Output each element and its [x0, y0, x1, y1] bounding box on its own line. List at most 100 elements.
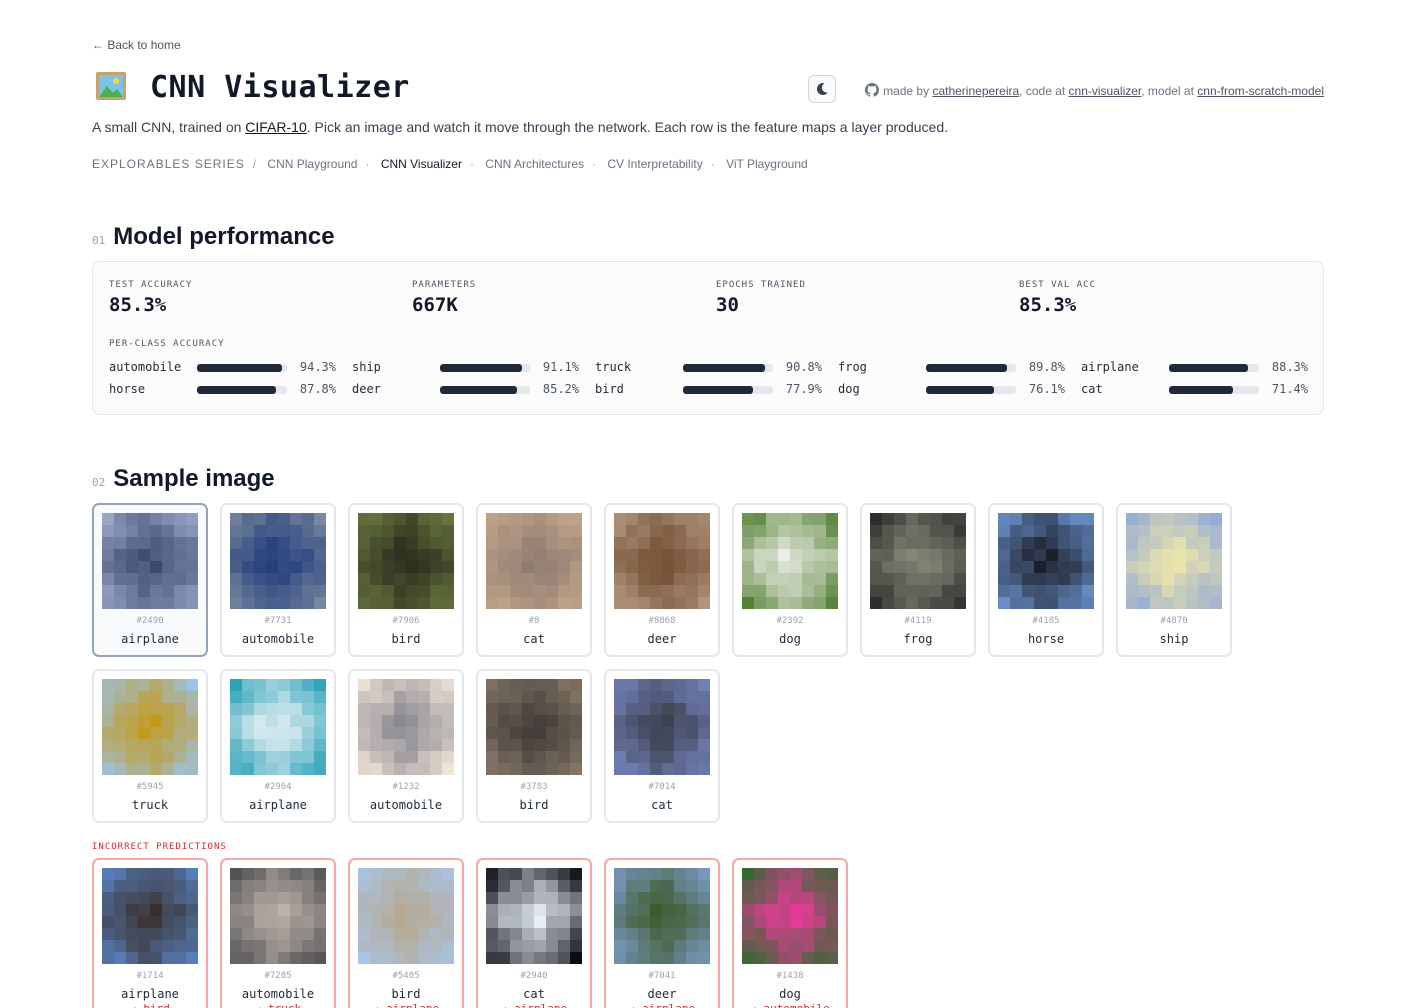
sample-id: #5945 — [136, 782, 164, 792]
dataset-link[interactable]: CIFAR-10 — [245, 119, 306, 135]
sample-label: bird — [519, 798, 549, 812]
class-accuracy: 76.1% — [1028, 382, 1065, 396]
moon-icon — [816, 82, 828, 95]
section-number: 01 — [92, 234, 106, 247]
stat-label: TEST ACCURACY — [109, 280, 193, 290]
series-link-cnn-architectures[interactable]: CNN Architectures — [485, 157, 584, 171]
stat-value: 85.3% — [1019, 294, 1077, 316]
credits-model-prefix: , model at — [1141, 84, 1194, 98]
accuracy-bar-fill — [440, 364, 522, 372]
incorrect-sample-card[interactable]: #5405 bird→ airplane — [348, 858, 464, 1008]
sample-label: deer — [647, 632, 677, 646]
class-accuracy: 71.4% — [1271, 382, 1308, 396]
sample-card[interactable]: #8 cat — [476, 503, 592, 657]
description-after: . Pick an image and watch it move throug… — [306, 119, 948, 135]
header: CNN Visualizer made by catherinepereira,… — [92, 70, 1324, 106]
class-accuracy: 77.9% — [785, 382, 822, 396]
series-link-cv-interpretability[interactable]: CV Interpretability — [607, 157, 702, 171]
sample-thumbnail — [614, 513, 710, 609]
incorrect-sample-card[interactable]: #7041 deer→ airplane — [604, 858, 720, 1008]
sample-card[interactable]: #1232 automobile — [348, 669, 464, 823]
accuracy-bar-fill — [1169, 364, 1249, 372]
sample-thumbnail — [102, 513, 198, 609]
credits-made-by: made by — [883, 84, 930, 98]
sample-card[interactable]: #8868 deer — [604, 503, 720, 657]
sample-label: frog — [903, 632, 933, 646]
incorrect-sample-card[interactable]: #2940 cat→ airplane — [476, 858, 592, 1008]
sample-card[interactable]: #7014 cat — [604, 669, 720, 823]
sample-card[interactable]: #4185 horse — [988, 503, 1104, 657]
sample-card[interactable]: #2964 airplane — [220, 669, 336, 823]
sample-label: deer — [647, 987, 677, 1001]
stat-epochs: EPOCHS TRAINED 30 — [716, 280, 806, 316]
predicted-label: → bird — [94, 1002, 206, 1008]
sample-card[interactable]: #5945 truck — [92, 669, 208, 823]
predicted-label: → automobile — [734, 1002, 846, 1008]
class-name: bird — [595, 382, 624, 396]
sample-thumbnail — [1126, 513, 1222, 609]
per-class-item: horse 87.8% — [109, 382, 336, 398]
stat-label: BEST VAL ACC — [1019, 280, 1097, 290]
performance-panel: TEST ACCURACY 85.3% PARAMETERS 667K EPOC… — [92, 261, 1324, 415]
class-name: truck — [595, 360, 632, 374]
description-before: A small CNN, trained on — [92, 119, 246, 135]
sample-label: cat — [651, 798, 673, 812]
page-title: CNN Visualizer — [150, 70, 410, 105]
class-accuracy: 94.3% — [299, 360, 336, 374]
sample-card[interactable]: #4870 ship — [1116, 503, 1232, 657]
sample-id: #1438 — [776, 971, 804, 981]
accuracy-bar-fill — [926, 386, 995, 394]
sample-id: #4119 — [904, 616, 932, 626]
per-class-item: truck 90.8% — [595, 360, 822, 376]
predicted-label: → airplane — [606, 1002, 718, 1008]
incorrect-sample-card[interactable]: #1714 airplane→ bird — [92, 858, 208, 1008]
theme-toggle-button[interactable] — [808, 75, 836, 103]
sample-thumbnail — [742, 868, 838, 964]
class-accuracy: 88.3% — [1271, 360, 1308, 374]
credits-code-prefix: , code at — [1019, 84, 1066, 98]
github-icon — [865, 83, 880, 97]
code-link[interactable]: cnn-visualizer — [1069, 84, 1142, 98]
series-link-vit-playground[interactable]: ViT Playground — [726, 157, 808, 171]
per-class-item: automobile 94.3% — [109, 360, 336, 376]
credits: made by catherinepereira, code at cnn-vi… — [865, 83, 1324, 98]
sample-thumbnail — [102, 868, 198, 964]
sample-card[interactable]: #7731 automobile — [220, 503, 336, 657]
series-label: EXPLORABLES SERIES — [92, 157, 245, 171]
sample-card[interactable]: #3783 bird — [476, 669, 592, 823]
sample-thumbnail — [358, 868, 454, 964]
sample-label: truck — [131, 798, 169, 812]
per-class-item: bird 77.9% — [595, 382, 822, 398]
framed-picture-icon — [96, 72, 126, 100]
sample-id: #4185 — [1032, 616, 1060, 626]
sample-card[interactable]: #7906 bird — [348, 503, 464, 657]
stat-value: 30 — [716, 294, 739, 316]
class-name: ship — [352, 360, 381, 374]
stat-label: EPOCHS TRAINED — [716, 280, 806, 290]
sample-card[interactable]: #2490 airplane — [92, 503, 208, 657]
author-link[interactable]: catherinepereira — [932, 84, 1019, 98]
sample-card[interactable]: #2392 dog — [732, 503, 848, 657]
back-link[interactable]: ← Back to home — [92, 38, 181, 52]
incorrect-sample-card[interactable]: #7285 automobile→ truck — [220, 858, 336, 1008]
sample-id: #2392 — [776, 616, 804, 626]
sample-card[interactable]: #4119 frog — [860, 503, 976, 657]
sample-thumbnail — [230, 868, 326, 964]
sample-thumbnail — [870, 513, 966, 609]
model-link[interactable]: cnn-from-scratch-model — [1197, 84, 1324, 98]
series-link-cnn-visualizer[interactable]: CNN Visualizer — [381, 157, 462, 171]
stat-label: PARAMETERS — [412, 280, 477, 290]
page-description: A small CNN, trained on CIFAR-10. Pick a… — [92, 119, 948, 135]
accuracy-bar — [926, 386, 1016, 394]
per-class-item: frog 89.8% — [838, 360, 1065, 376]
accuracy-bar — [1169, 386, 1259, 394]
sample-label: bird — [391, 632, 421, 646]
sample-label: dog — [779, 987, 801, 1001]
class-name: frog — [838, 360, 867, 374]
sample-thumbnail — [358, 513, 454, 609]
sample-label: automobile — [241, 987, 315, 1001]
stat-value: 667K — [412, 294, 458, 316]
stat-test-accuracy: TEST ACCURACY 85.3% — [109, 280, 192, 316]
incorrect-sample-card[interactable]: #1438 dog→ automobile — [732, 858, 848, 1008]
series-link-cnn-playground[interactable]: CNN Playground — [267, 157, 357, 171]
